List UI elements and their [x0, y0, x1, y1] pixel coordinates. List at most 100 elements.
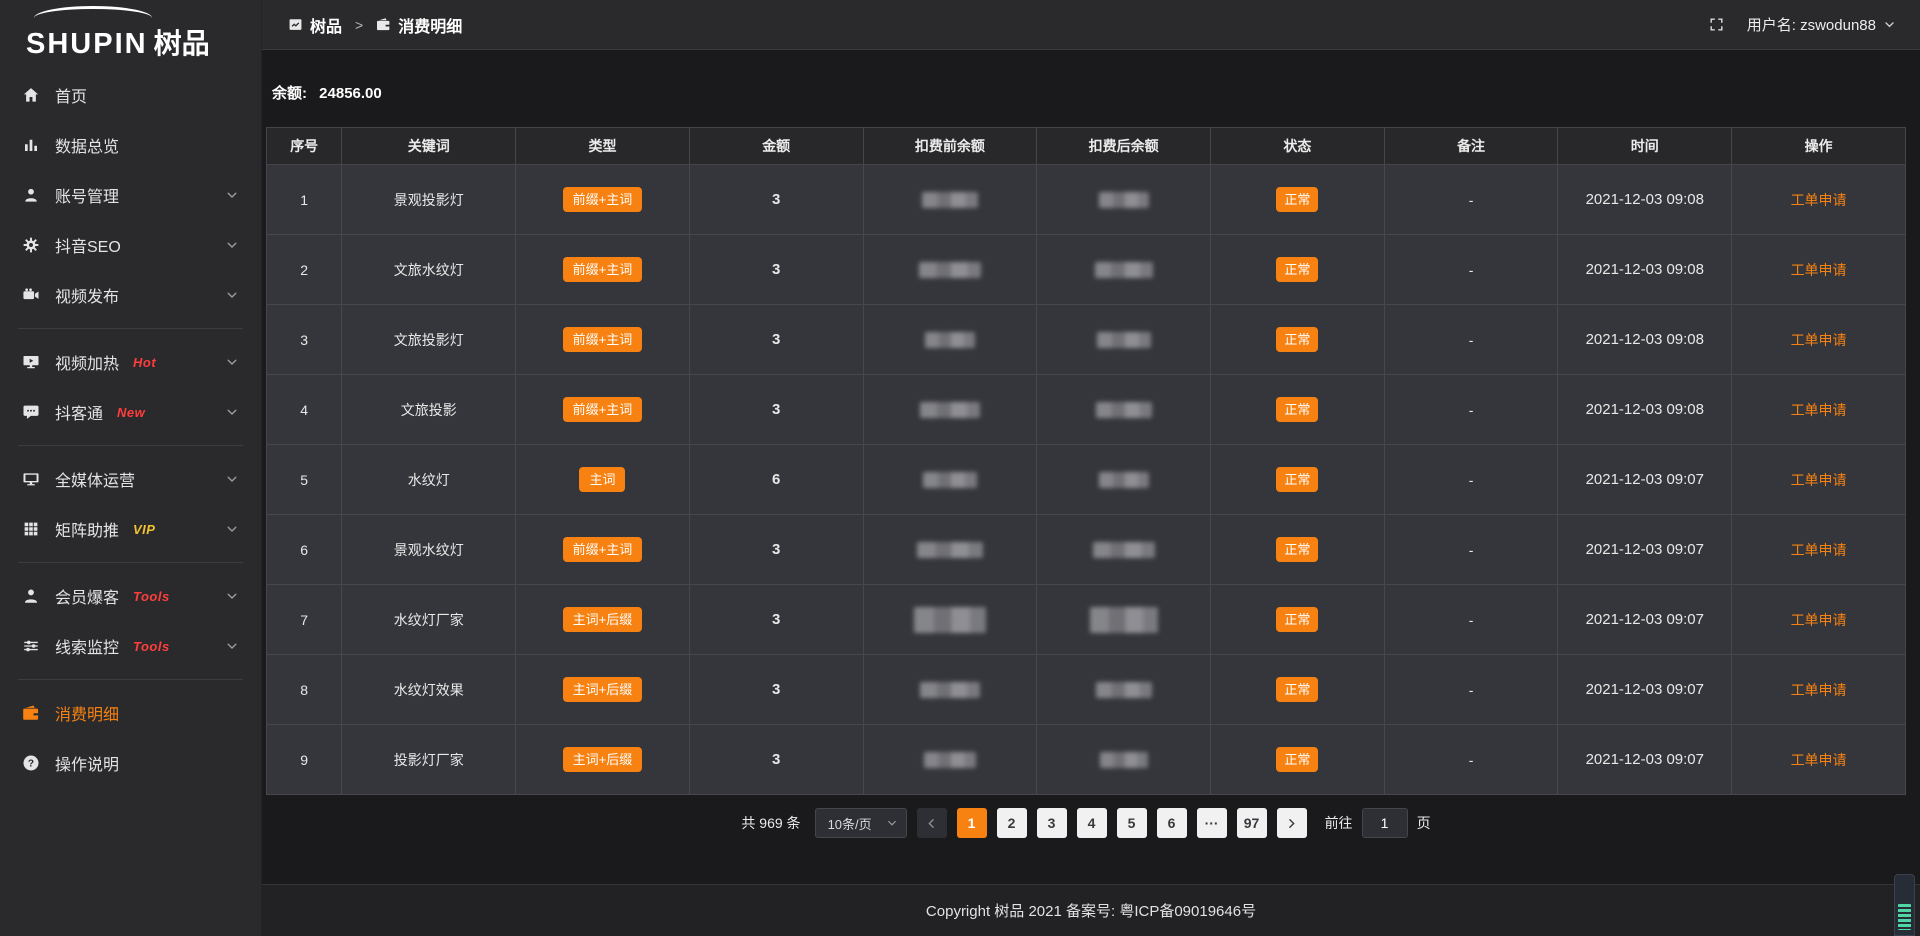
- dashboard-icon: [288, 17, 303, 32]
- username-label: 用户名: zswodun88: [1747, 14, 1876, 35]
- sidebar-item-label: 首页: [55, 83, 87, 107]
- chevron-down-icon: [225, 188, 239, 202]
- prev-page-button[interactable]: [917, 808, 947, 838]
- pagination: 共 969 条 10条/页 123456···97 前往 页: [266, 808, 1906, 838]
- goto-page-input[interactable]: [1362, 808, 1408, 838]
- cell-status: 正常: [1210, 725, 1384, 795]
- cell-time: 2021-12-03 09:08: [1558, 235, 1732, 305]
- sidebar-item-consume-detail[interactable]: 消费明细: [0, 688, 261, 738]
- logo-arc: [34, 6, 152, 18]
- sidebar-item-badge: New: [117, 405, 145, 420]
- masked-balance: [1090, 607, 1158, 633]
- cell-no: 8: [267, 655, 342, 725]
- ticket-request-link[interactable]: 工单申请: [1791, 402, 1847, 418]
- col-pre_balance: 扣费前余额: [863, 128, 1037, 165]
- chevron-down-icon: [225, 238, 239, 252]
- breadcrumb-current[interactable]: 消费明细: [376, 13, 462, 37]
- cell-time: 2021-12-03 09:07: [1558, 655, 1732, 725]
- cell-action: 工单申请: [1732, 165, 1906, 235]
- cell-no: 7: [267, 585, 342, 655]
- ticket-request-link[interactable]: 工单申请: [1791, 612, 1847, 628]
- cell-action: 工单申请: [1732, 375, 1906, 445]
- bar-chart-icon: [22, 136, 40, 154]
- next-page-button[interactable]: [1277, 808, 1307, 838]
- sidebar-item-clue-monitor[interactable]: 线索监控 Tools: [0, 621, 261, 671]
- sidebar-item-account-manage[interactable]: 账号管理: [0, 170, 261, 220]
- cell-type: 前缀+主词: [516, 165, 690, 235]
- page-button-5[interactable]: 5: [1117, 808, 1147, 838]
- ticket-request-link[interactable]: 工单申请: [1791, 682, 1847, 698]
- ticket-request-link[interactable]: 工单申请: [1791, 542, 1847, 558]
- ticket-request-link[interactable]: 工单申请: [1791, 262, 1847, 278]
- cell-time: 2021-12-03 09:08: [1558, 375, 1732, 445]
- col-status: 状态: [1210, 128, 1384, 165]
- goto-label: 前往: [1325, 813, 1353, 833]
- chevron-down-icon: [225, 288, 239, 302]
- page-size-select[interactable]: 10条/页: [815, 808, 907, 838]
- sidebar-item-label: 数据总览: [55, 133, 119, 157]
- masked-balance: [1097, 332, 1151, 348]
- page-ellipsis-button[interactable]: ···: [1197, 808, 1227, 838]
- cell-keyword: 景观水纹灯: [342, 515, 516, 585]
- sidebar-item-member-baoke[interactable]: 会员爆客 Tools: [0, 571, 261, 621]
- masked-balance: [1096, 402, 1152, 418]
- cell-action: 工单申请: [1732, 655, 1906, 725]
- user-dropdown[interactable]: 用户名: zswodun88: [1747, 14, 1896, 35]
- cell-time: 2021-12-03 09:08: [1558, 165, 1732, 235]
- chevron-down-icon: [225, 405, 239, 419]
- ticket-request-link[interactable]: 工单申请: [1791, 752, 1847, 768]
- sidebar-item-matrix-boost[interactable]: 矩阵助推 VIP: [0, 504, 261, 554]
- sidebar-item-operation-help[interactable]: 操作说明: [0, 738, 261, 788]
- cell-action: 工单申请: [1732, 725, 1906, 795]
- sidebar-item-douyin-seo[interactable]: 抖音SEO: [0, 220, 261, 270]
- cell-type: 前缀+主词: [516, 305, 690, 375]
- sidebar-item-video-publish[interactable]: 视频发布: [0, 270, 261, 320]
- cell-type: 前缀+主词: [516, 515, 690, 585]
- masked-balance: [917, 542, 983, 558]
- masked-balance: [922, 192, 978, 208]
- ticket-request-link[interactable]: 工单申请: [1791, 472, 1847, 488]
- page-button-3[interactable]: 3: [1037, 808, 1067, 838]
- cell-time: 2021-12-03 09:07: [1558, 585, 1732, 655]
- type-badge: 前缀+主词: [563, 397, 643, 422]
- sidebar-item-douketong[interactable]: 抖客通 New: [0, 387, 261, 437]
- status-badge: 正常: [1276, 747, 1318, 772]
- menu-divider: [18, 445, 243, 446]
- sidebar-item-home[interactable]: 首页: [0, 70, 261, 120]
- breadcrumb-root[interactable]: 树品: [288, 13, 342, 37]
- video-camera-icon: [22, 286, 40, 304]
- fullscreen-icon[interactable]: [1708, 16, 1725, 33]
- cell-post_balance: [1037, 655, 1211, 725]
- cell-pre_balance: [863, 445, 1037, 515]
- cell-pre_balance: [863, 375, 1037, 445]
- ticket-request-link[interactable]: 工单申请: [1791, 192, 1847, 208]
- brand-name-cn: 树品: [154, 22, 210, 62]
- page-button-6[interactable]: 6: [1157, 808, 1187, 838]
- type-badge: 主词: [579, 467, 625, 492]
- cell-action: 工单申请: [1732, 235, 1906, 305]
- goto-suffix: 页: [1417, 813, 1431, 833]
- sidebar-item-video-heat[interactable]: 视频加热 Hot: [0, 337, 261, 387]
- cell-status: 正常: [1210, 235, 1384, 305]
- cell-status: 正常: [1210, 445, 1384, 515]
- ticket-request-link[interactable]: 工单申请: [1791, 332, 1847, 348]
- floating-widget[interactable]: [1894, 874, 1915, 936]
- sidebar-item-media-operation[interactable]: 全媒体运营: [0, 454, 261, 504]
- sidebar-item-data-overview[interactable]: 数据总览: [0, 120, 261, 170]
- page-button-4[interactable]: 4: [1077, 808, 1107, 838]
- col-keyword: 关键词: [342, 128, 516, 165]
- breadcrumb-separator: >: [355, 17, 363, 33]
- sidebar-item-badge: Tools: [133, 589, 170, 604]
- masked-balance: [924, 752, 976, 768]
- cell-remark: -: [1384, 585, 1558, 655]
- page-button-97[interactable]: 97: [1237, 808, 1267, 838]
- cell-time: 2021-12-03 09:08: [1558, 305, 1732, 375]
- question-icon: [22, 754, 40, 772]
- page-button-1[interactable]: 1: [957, 808, 987, 838]
- table-row: 6景观水纹灯前缀+主词3正常-2021-12-03 09:07工单申请: [267, 515, 1906, 585]
- user-icon: [22, 186, 40, 204]
- cell-action: 工单申请: [1732, 585, 1906, 655]
- content: 余额: 24856.00 序号关键词类型金额扣费前余额扣费后余额状态备注时间操作…: [262, 50, 1920, 884]
- chevron-down-icon: [225, 355, 239, 369]
- page-button-2[interactable]: 2: [997, 808, 1027, 838]
